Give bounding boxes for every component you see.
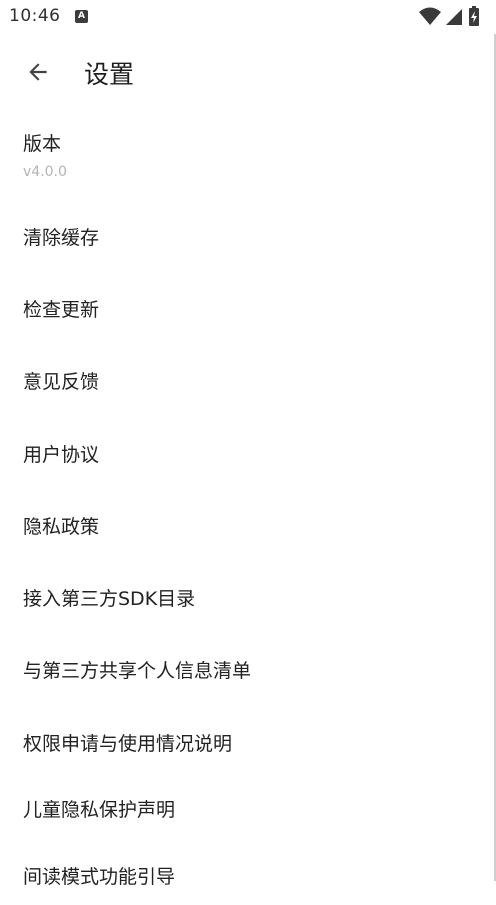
arrow-back-icon <box>29 63 47 81</box>
system-icons <box>418 6 488 28</box>
reading-mode-guide-item[interactable]: 间读模式功能引导 <box>0 845 496 905</box>
permission-explanation-item[interactable]: 权限申请与使用情况说明 <box>0 712 496 772</box>
battery-icon <box>469 6 479 26</box>
third-party-sdk-label: 接入第三方SDK目录 <box>23 588 196 610</box>
wifi-icon <box>419 7 441 25</box>
privacy-policy-item[interactable]: 隐私政策 <box>0 495 496 555</box>
cellular-signal-icon <box>446 9 462 25</box>
version-label: 版本 <box>23 133 62 155</box>
clear-cache-item[interactable]: 清除缓存 <box>0 206 496 266</box>
clear-cache-label: 清除缓存 <box>23 227 100 249</box>
notification-a-icon: A <box>75 10 88 23</box>
status-time: 10:46 <box>9 6 61 26</box>
child-privacy-item[interactable]: 儿童隐私保护声明 <box>0 778 496 838</box>
version-item[interactable]: 版本 v4.0.0 <box>0 104 496 199</box>
back-button[interactable] <box>18 52 58 92</box>
user-agreement-item[interactable]: 用户协议 <box>0 423 496 483</box>
privacy-policy-label: 隐私政策 <box>23 516 100 538</box>
user-agreement-label: 用户协议 <box>23 444 100 466</box>
check-update-item[interactable]: 检查更新 <box>0 278 496 338</box>
shared-info-list-label: 与第三方共享个人信息清单 <box>23 660 252 682</box>
shared-info-list-item[interactable]: 与第三方共享个人信息清单 <box>0 639 496 699</box>
child-privacy-label: 儿童隐私保护声明 <box>23 799 176 821</box>
feedback-item[interactable]: 意见反馈 <box>0 350 496 410</box>
feedback-label: 意见反馈 <box>23 371 100 393</box>
third-party-sdk-item[interactable]: 接入第三方SDK目录 <box>0 567 496 627</box>
version-value: v4.0.0 <box>23 164 67 180</box>
check-update-label: 检查更新 <box>23 299 100 321</box>
status-bar: 10:46 A <box>0 0 496 34</box>
reading-mode-guide-label: 间读模式功能引导 <box>23 866 176 888</box>
permission-explanation-label: 权限申请与使用情况说明 <box>23 733 233 755</box>
page-title: 设置 <box>84 60 135 89</box>
app-bar: 设置 <box>0 40 496 104</box>
